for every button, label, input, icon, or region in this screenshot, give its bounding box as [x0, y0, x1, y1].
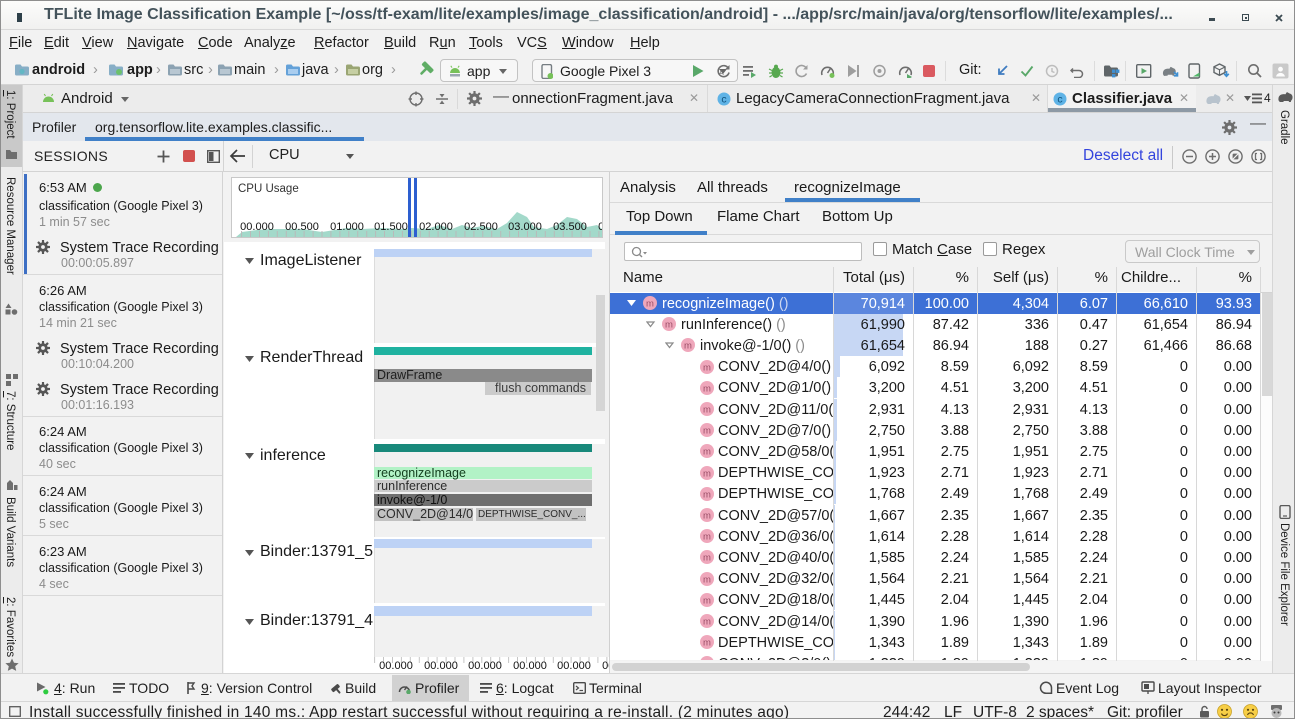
svg-text:m: m — [703, 511, 711, 522]
svg-text:m: m — [703, 426, 711, 437]
svg-text:m: m — [703, 489, 711, 500]
svg-text:m: m — [703, 553, 711, 564]
svg-text:m: m — [665, 320, 673, 331]
svg-text:m: m — [646, 299, 654, 310]
svg-text:m: m — [684, 341, 692, 352]
svg-text:c: c — [1057, 94, 1062, 106]
svg-text:m: m — [703, 532, 711, 543]
svg-text:m: m — [703, 659, 711, 660]
svg-text:c: c — [721, 94, 726, 106]
svg-text:m: m — [703, 468, 711, 479]
svg-text:m: m — [703, 574, 711, 585]
svg-text:m: m — [703, 617, 711, 628]
svg-text:A: A — [719, 70, 724, 77]
svg-text:m: m — [703, 362, 711, 373]
svg-text:m: m — [703, 447, 711, 458]
svg-text:m: m — [703, 595, 711, 606]
svg-text:m: m — [703, 638, 711, 649]
svg-text:m: m — [703, 405, 711, 416]
svg-text:m: m — [703, 383, 711, 394]
